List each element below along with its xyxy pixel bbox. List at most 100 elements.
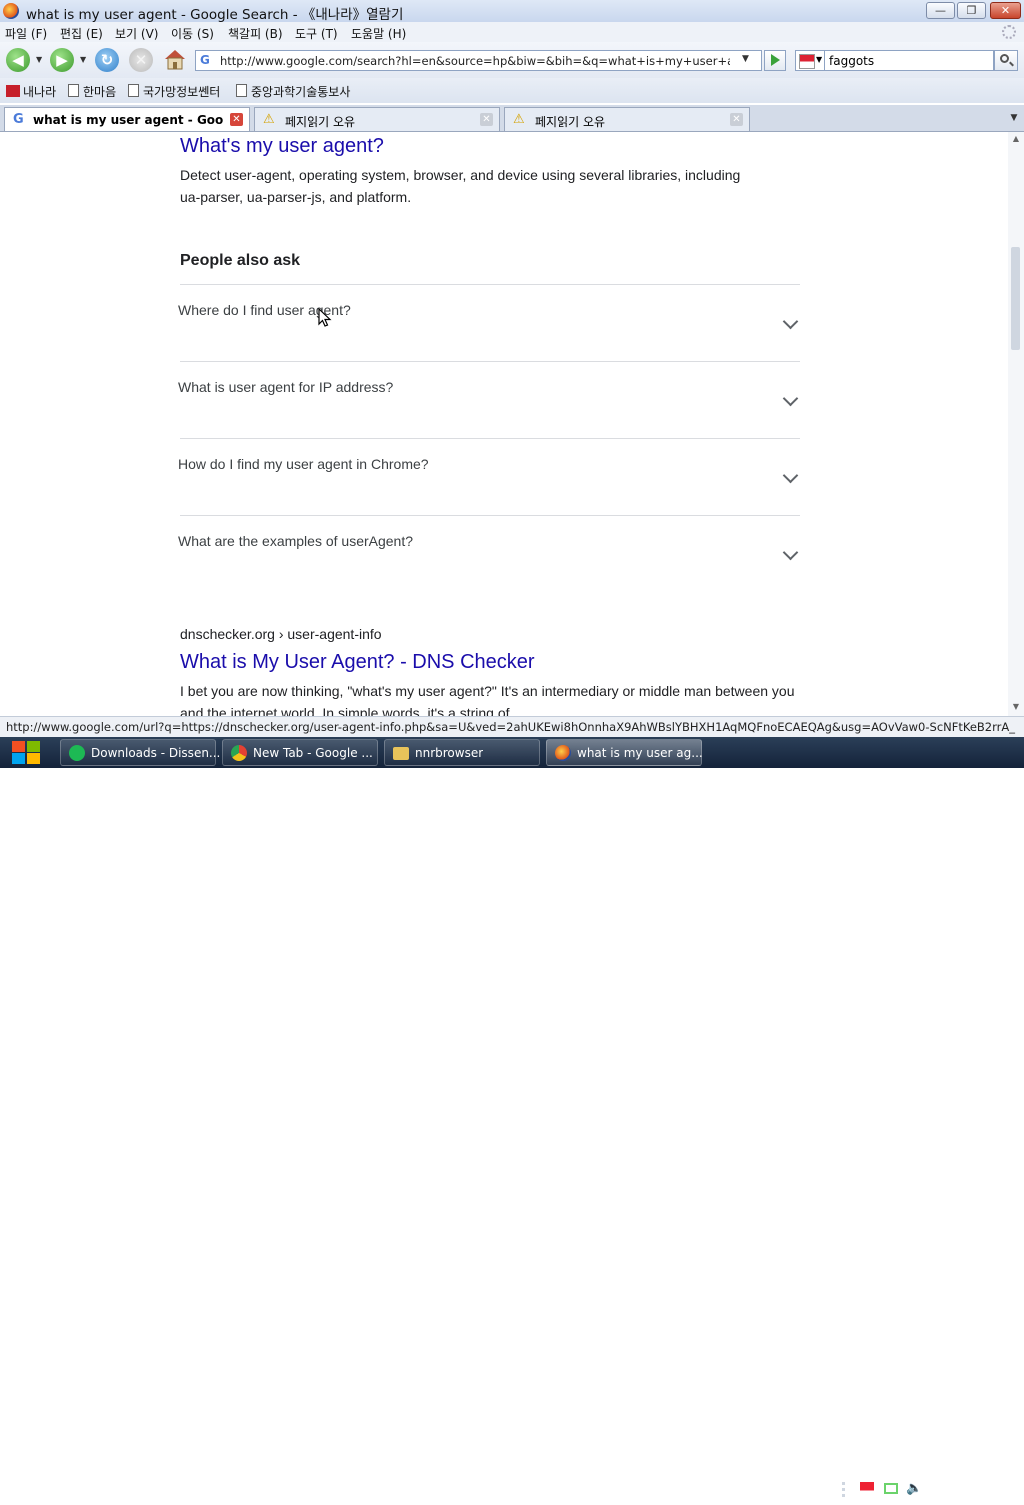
paa-question[interactable]: What is user agent for IP address? [178, 379, 393, 395]
close-tab-icon[interactable]: ✕ [730, 113, 743, 126]
result-snippet: Detect user-agent, operating system, bro… [180, 167, 741, 205]
menu-view[interactable]: 보기 (V) [115, 25, 158, 42]
people-also-ask-heading: People also ask [180, 252, 301, 269]
clock-date[interactable]: 2/21/2023 [944, 1490, 1022, 1504]
menu-file[interactable]: 파일 (F) [5, 25, 47, 42]
windows-logo-icon [12, 753, 25, 764]
result-title-link[interactable]: What is My User Agent? - DNS Checker [180, 651, 535, 674]
network-icon[interactable] [884, 1483, 898, 1494]
window-titlebar: what is my user agent - Google Search - … [0, 0, 1024, 23]
chevron-down-icon[interactable] [782, 313, 799, 330]
chevron-down-icon[interactable] [782, 390, 799, 407]
scroll-up-icon[interactable]: ▲ [1008, 134, 1024, 146]
activity-throbber-icon [1002, 25, 1016, 39]
browser-app-icon [3, 3, 19, 19]
bookmark-naenara[interactable]: 내나라 [6, 83, 56, 100]
tab-bar: G what is my user agent - Goo··· ✕ ⚠ 페지읽… [0, 105, 1024, 132]
mouse-cursor-icon [318, 307, 332, 331]
spotify-icon [69, 745, 85, 761]
chevron-down-icon[interactable] [782, 467, 799, 484]
address-bar[interactable]: G http://www.google.com/search?hl=en&sou… [195, 50, 762, 71]
windows-logo-icon [27, 753, 40, 764]
bookmark-hanmaum[interactable]: 한마음 [68, 83, 116, 100]
taskbar: Downloads - Dissen... New Tab - Google .… [0, 737, 1024, 1504]
search-input[interactable]: faggots [825, 50, 994, 71]
taskbar-item-chrome[interactable]: New Tab - Google ... [222, 739, 378, 766]
back-history-dropdown-icon[interactable]: ▼ [36, 55, 42, 64]
google-icon: G [13, 112, 24, 127]
system-tray: 🔈 3:00 AM 2/21/2023 [840, 1474, 1024, 1505]
scrollbar-thumb[interactable] [1011, 247, 1020, 350]
windows-logo-icon [27, 741, 40, 752]
maximize-button[interactable]: ❐ [957, 2, 986, 19]
divider [180, 438, 800, 439]
paa-question[interactable]: What are the examples of userAgent? [178, 533, 413, 549]
scroll-down-icon[interactable]: ▼ [1008, 702, 1024, 714]
taskbar-item-nnrbrowser[interactable]: nnrbrowser [384, 739, 540, 766]
menu-bookmarks[interactable]: 책갈피 (B) [228, 25, 283, 42]
close-tab-icon[interactable]: ✕ [230, 113, 243, 126]
close-button[interactable]: ✕ [990, 2, 1021, 19]
menu-help[interactable]: 도움말 (H) [351, 25, 406, 42]
tab-page-error-1[interactable]: ⚠ 페지읽기 오유 ✕ [254, 107, 500, 131]
result-title-link[interactable]: What's my user agent? [180, 135, 384, 158]
folder-icon [393, 747, 409, 760]
menu-edit[interactable]: 편집 (E) [60, 25, 103, 42]
bookmark-national-network[interactable]: 국가망정보쎈터 [128, 83, 220, 100]
url-input[interactable]: http://www.google.com/search?hl=en&sourc… [220, 54, 730, 68]
vertical-scrollbar[interactable]: ▲ ▼ [1008, 132, 1024, 716]
divider [180, 284, 800, 285]
close-tab-icon[interactable]: ✕ [480, 113, 493, 126]
search-button[interactable] [994, 50, 1018, 71]
status-text: http://www.google.com/url?q=https://dnsc… [6, 720, 1016, 734]
back-arrow-icon[interactable]: ◀ [6, 48, 30, 72]
tab-list-dropdown-icon[interactable]: ▼ [1005, 108, 1023, 128]
forward-arrow-icon[interactable]: ▶ [50, 48, 74, 72]
go-arrow-icon [771, 54, 780, 66]
bookmarks-bar: 내나라 한마음 국가망정보쎈터 중앙과학기술통보사 [0, 78, 1024, 103]
page-content: What's my user agent? Detect user-agent,… [0, 132, 1008, 716]
search-engine-icon [799, 54, 815, 69]
chevron-down-icon[interactable] [782, 544, 799, 561]
result-cite[interactable]: dnschecker.org › user-agent-info [180, 626, 382, 642]
start-button[interactable] [8, 739, 46, 766]
chrome-icon [231, 745, 247, 761]
home-icon[interactable] [163, 48, 187, 70]
google-favicon-icon: G [200, 53, 210, 67]
page-icon [236, 84, 247, 97]
windows-logo-icon [12, 741, 25, 752]
firefox-icon [555, 745, 571, 761]
taskbar-item-firefox[interactable]: what is my user ag... [546, 739, 703, 766]
url-history-dropdown-icon[interactable]: ▼ [742, 54, 749, 64]
status-bar: http://www.google.com/url?q=https://dnsc… [0, 716, 1024, 737]
flag-icon[interactable] [860, 1482, 874, 1496]
chevron-down-icon: ▼ [816, 55, 823, 64]
clock-time[interactable]: 3:00 AM [944, 1476, 1022, 1490]
menu-go[interactable]: 이동 (S) [171, 25, 214, 42]
search-icon [1000, 54, 1009, 63]
forward-history-dropdown-icon[interactable]: ▼ [80, 55, 86, 64]
warning-icon: ⚠ [513, 112, 525, 127]
go-button[interactable] [764, 50, 786, 71]
menu-bar: 파일 (F) 편집 (E) 보기 (V) 이동 (S) 책갈피 (B) 도구 (… [0, 22, 1024, 42]
naenara-icon [6, 85, 20, 97]
tab-google-search[interactable]: G what is my user agent - Goo··· ✕ [4, 107, 250, 131]
stop-icon[interactable]: ✕ [129, 48, 153, 72]
reload-icon[interactable]: ↻ [95, 48, 119, 72]
tab-page-error-2[interactable]: ⚠ 페지읽기 오유 ✕ [504, 107, 750, 131]
page-icon [128, 84, 139, 97]
bookmark-science-news[interactable]: 중앙과학기술통보사 [236, 83, 350, 100]
tray-overflow-icon[interactable] [842, 1482, 848, 1497]
divider [180, 361, 800, 362]
warning-icon: ⚠ [263, 112, 275, 127]
page-icon [68, 84, 79, 97]
minimize-button[interactable]: — [926, 2, 955, 19]
volume-icon[interactable]: 🔈 [906, 1481, 922, 1496]
paa-question[interactable]: How do I find my user agent in Chrome? [178, 456, 429, 472]
window-title: what is my user agent - Google Search - … [26, 7, 404, 23]
search-engine-selector[interactable]: ▼ [795, 50, 825, 71]
taskbar-item-downloads[interactable]: Downloads - Dissen... [60, 739, 220, 766]
result-snippet: I bet you are now thinking, "what's my u… [180, 683, 795, 716]
menu-tools[interactable]: 도구 (T) [295, 25, 338, 42]
divider [180, 515, 800, 516]
